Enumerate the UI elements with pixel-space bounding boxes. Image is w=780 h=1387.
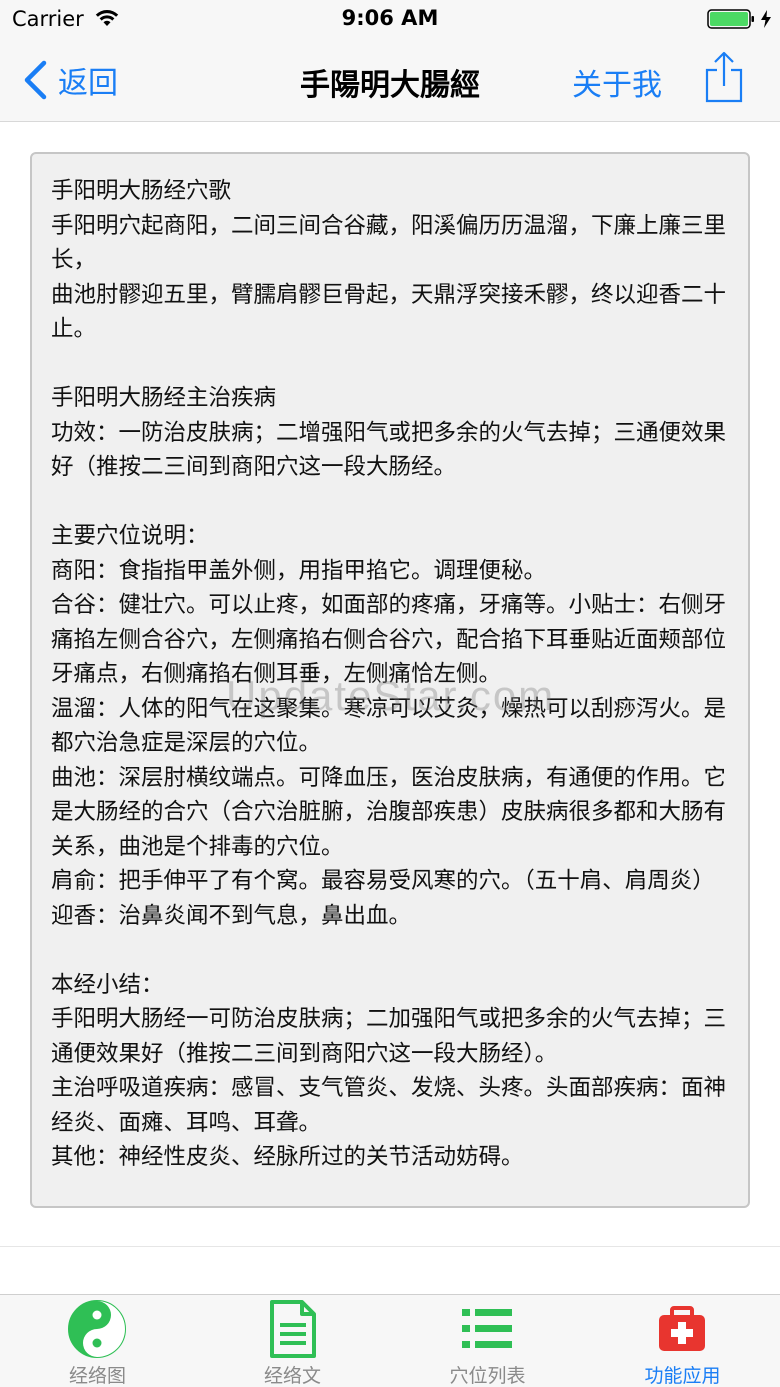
meridian-text: 手阳明大肠经穴歌 手阳明穴起商阳，二间三间合谷藏，阳溪偏历历温溜，下廉上廉三里长… — [51, 178, 727, 1170]
tab-label: 功能应用 — [644, 1365, 721, 1387]
battery-icon — [707, 9, 754, 29]
yin-yang-icon — [68, 1300, 126, 1358]
charging-bolt-icon — [761, 10, 771, 28]
document-icon — [270, 1300, 316, 1358]
about-me-button[interactable]: 关于我 — [572, 60, 662, 104]
content-area: 手阳明大肠经穴歌 手阳明穴起商阳，二间三间合谷藏，阳溪偏历历温溜，下廉上廉三里长… — [0, 122, 780, 1294]
back-label: 返回 — [58, 66, 118, 101]
back-chevron-icon — [24, 60, 47, 100]
status-bar: Carrier 9:06 AM — [0, 0, 780, 40]
status-time: 9:06 AM — [341, 6, 439, 30]
share-icon[interactable] — [703, 50, 745, 104]
tab-bar: 经络图 经络文 穴位列表 功能应用 — [0, 1294, 780, 1387]
navigation-bar: 返回 手陽明大腸經 关于我 — [0, 40, 780, 122]
tab-function-apps[interactable]: 功能应用 — [585, 1295, 780, 1387]
list-icon — [462, 1309, 512, 1348]
tab-acupoint-list[interactable]: 穴位列表 — [390, 1295, 585, 1387]
tab-meridian-text[interactable]: 经络文 — [195, 1295, 390, 1387]
tab-label: 经络文 — [263, 1365, 321, 1387]
first-aid-kit-icon — [659, 1306, 705, 1351]
tab-label: 经络图 — [68, 1365, 126, 1387]
back-button[interactable]: 返回 — [22, 58, 118, 102]
divider — [0, 1246, 780, 1247]
screen: Carrier 9:06 AM 返回 手陽明大腸經 关于我 手阳明大肠经穴歌 手… — [0, 0, 780, 1387]
tab-meridian-chart[interactable]: 经络图 — [0, 1295, 195, 1387]
tab-label: 穴位列表 — [449, 1365, 526, 1387]
meridian-text-view[interactable]: 手阳明大肠经穴歌 手阳明穴起商阳，二间三间合谷藏，阳溪偏历历温溜，下廉上廉三里长… — [30, 152, 750, 1208]
